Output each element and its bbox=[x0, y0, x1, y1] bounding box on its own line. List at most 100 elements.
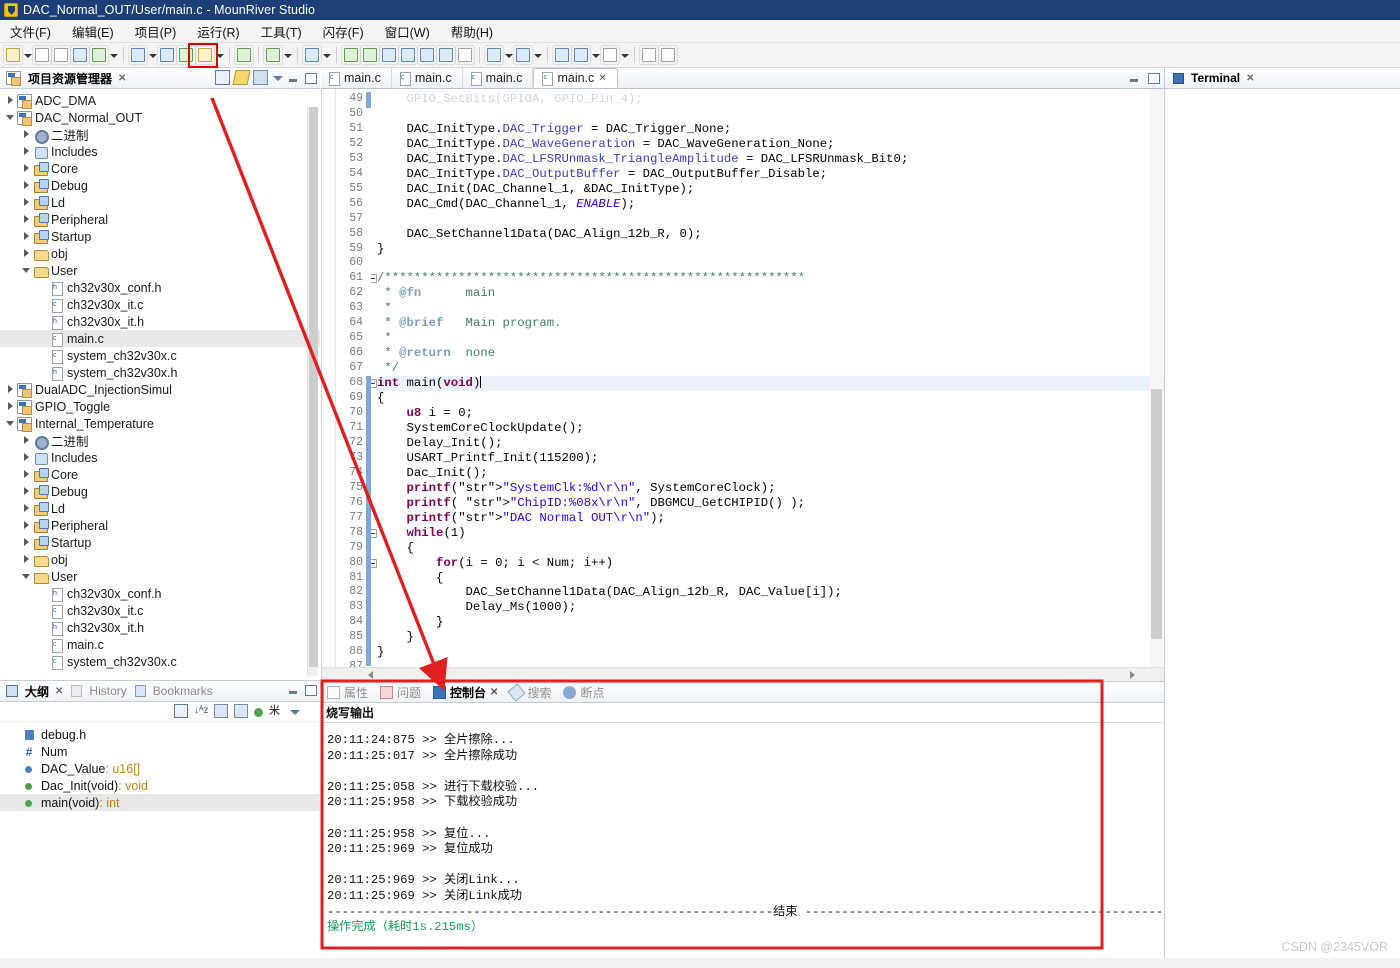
twisty-collapsed-icon[interactable] bbox=[4, 94, 17, 107]
code-line[interactable]: DAC_InitType.DAC_OutputBuffer = DAC_Outp… bbox=[377, 167, 1164, 182]
tree-item[interactable]: User bbox=[0, 568, 320, 585]
tab-problems[interactable]: 问题 bbox=[380, 684, 421, 701]
menu-help[interactable]: 帮助(H) bbox=[449, 21, 495, 42]
tree-item[interactable]: ch32v30x_conf.h bbox=[0, 585, 320, 602]
editor-tab-3[interactable]: main.c bbox=[463, 68, 534, 88]
minimize-icon[interactable] bbox=[287, 71, 300, 84]
scroll-left-icon[interactable] bbox=[368, 671, 376, 679]
tab-terminal[interactable]: Terminal ✕ bbox=[1171, 70, 1261, 86]
suspend-icon[interactable] bbox=[436, 45, 456, 65]
code-line[interactable]: DAC_InitType.DAC_LFSRUnmask_TriangleAmpl… bbox=[377, 152, 1164, 167]
menu-tools[interactable]: 工具(T) bbox=[259, 21, 304, 42]
twisty-collapsed-icon[interactable] bbox=[20, 434, 33, 447]
collapse-all-icon[interactable] bbox=[215, 70, 230, 85]
download-dropdown-icon[interactable] bbox=[215, 46, 224, 64]
twisty-expanded-icon[interactable] bbox=[4, 111, 17, 124]
run-dropdown-icon[interactable] bbox=[322, 46, 331, 64]
build-dropdown-icon[interactable] bbox=[148, 46, 157, 64]
view-menu-filters-icon[interactable] bbox=[253, 70, 268, 85]
tree-item[interactable]: GPIO_Toggle bbox=[0, 398, 320, 415]
close-icon[interactable]: ✕ bbox=[118, 73, 126, 84]
twisty-expanded-icon[interactable] bbox=[4, 417, 17, 430]
terminate-icon[interactable] bbox=[455, 45, 475, 65]
debug-dropdown-icon[interactable] bbox=[283, 46, 292, 64]
twisty-collapsed-icon[interactable] bbox=[20, 128, 33, 141]
link-with-editor-icon[interactable] bbox=[232, 70, 251, 85]
tab-outline[interactable]: 大纲 ✕ bbox=[4, 682, 69, 701]
build-icon[interactable] bbox=[128, 45, 148, 65]
code-line[interactable]: DAC_InitType.DAC_WaveGeneration = DAC_Wa… bbox=[377, 137, 1164, 152]
twisty-collapsed-icon[interactable] bbox=[4, 400, 17, 413]
twisty-collapsed-icon[interactable] bbox=[20, 485, 33, 498]
back-nav-icon[interactable] bbox=[571, 45, 591, 65]
code-line[interactable]: * @return none bbox=[377, 346, 1164, 361]
tree-item[interactable]: ADC_DMA bbox=[0, 92, 320, 109]
save-icon[interactable] bbox=[32, 45, 52, 65]
outline-view-menu-icon[interactable] bbox=[289, 706, 300, 717]
outline-item[interactable]: debug.h bbox=[0, 726, 320, 743]
project-tree[interactable]: ADC_DMA DAC_Normal_OUT 二进制 Includes Core Debu… bbox=[0, 89, 320, 680]
tree-item[interactable]: 二进制 bbox=[0, 126, 320, 144]
tree-item[interactable]: Includes bbox=[0, 449, 320, 466]
console-output[interactable]: 20:11:24:875 >> 全片擦除... 20:11:25:017 >> 全… bbox=[321, 723, 1164, 968]
code-line[interactable] bbox=[377, 107, 1164, 122]
tab-project-explorer[interactable]: 项目资源管理器 ✕ bbox=[4, 69, 132, 88]
tab-console[interactable]: 控制台 ✕ bbox=[433, 684, 498, 701]
editor-tab-4-active[interactable]: main.c ✕ bbox=[533, 68, 618, 88]
menu-window[interactable]: 窗口(W) bbox=[383, 21, 432, 42]
tree-item[interactable]: User bbox=[0, 262, 320, 279]
tree-item[interactable]: Core bbox=[0, 160, 320, 177]
build-all-icon[interactable] bbox=[157, 45, 177, 65]
code-line[interactable]: } bbox=[377, 630, 1164, 645]
code-line[interactable]: DAC_InitType.DAC_Trigger = DAC_Trigger_N… bbox=[377, 122, 1164, 137]
code-line[interactable]: DAC_SetChannel1Data(DAC_Align_12b_R, 0); bbox=[377, 227, 1164, 242]
terminal-icon[interactable] bbox=[379, 45, 399, 65]
open-type-icon[interactable] bbox=[513, 45, 533, 65]
outline-list[interactable]: debug.h # Num DAC_Value : u16[] Dac_Init(voi… bbox=[0, 722, 320, 968]
code-line[interactable]: DAC_Init(DAC_Channel_1, &DAC_InitType); bbox=[377, 182, 1164, 197]
tree-item[interactable]: DualADC_InjectionSimul bbox=[0, 381, 320, 398]
twisty-collapsed-icon[interactable] bbox=[20, 451, 33, 464]
tree-item[interactable]: Core bbox=[0, 466, 320, 483]
code-line[interactable]: } bbox=[377, 645, 1164, 660]
run-icon[interactable] bbox=[302, 45, 322, 65]
twisty-collapsed-icon[interactable] bbox=[20, 196, 33, 209]
download-flash-button[interactable] bbox=[195, 45, 215, 65]
twisty-collapsed-icon[interactable] bbox=[20, 145, 33, 158]
resume-icon[interactable] bbox=[417, 45, 437, 65]
tree-item[interactable]: obj bbox=[0, 245, 320, 262]
erase-icon[interactable] bbox=[360, 45, 380, 65]
twisty-collapsed-icon[interactable] bbox=[20, 519, 33, 532]
tree-item[interactable]: system_ch32v30x.c bbox=[0, 653, 320, 670]
code-line[interactable]: { bbox=[377, 541, 1164, 556]
twisty-expanded-icon[interactable] bbox=[20, 570, 33, 583]
scrollbar-thumb[interactable] bbox=[309, 107, 318, 667]
code-line[interactable]: for(i = 0; i < Num; i++) bbox=[377, 556, 1164, 571]
debug-icon[interactable] bbox=[263, 45, 283, 65]
code-line[interactable]: { bbox=[377, 391, 1164, 406]
maximize-icon[interactable] bbox=[304, 683, 317, 696]
twisty-collapsed-icon[interactable] bbox=[20, 536, 33, 549]
code-line[interactable]: DAC_SetChannel1Data(DAC_Align_12b_R, DAC… bbox=[377, 585, 1164, 600]
tree-item[interactable]: Peripheral bbox=[0, 211, 320, 228]
editor-horizontal-scrollbar[interactable] bbox=[322, 667, 1164, 681]
code-line[interactable]: Dac_Init(); bbox=[377, 466, 1164, 481]
tree-item[interactable]: Includes bbox=[0, 143, 320, 160]
tree-item[interactable]: ch32v30x_conf.h bbox=[0, 279, 320, 296]
tree-item[interactable]: main.c bbox=[0, 330, 320, 347]
scroll-right-icon[interactable] bbox=[1130, 671, 1138, 679]
tree-item[interactable]: ch32v30x_it.c bbox=[0, 296, 320, 313]
close-icon[interactable]: ✕ bbox=[1246, 73, 1254, 84]
tree-item[interactable]: Startup bbox=[0, 228, 320, 245]
build-config-dropdown-icon[interactable] bbox=[109, 46, 118, 64]
tree-item[interactable]: obj bbox=[0, 551, 320, 568]
close-icon[interactable]: ✕ bbox=[55, 686, 63, 697]
twisty-collapsed-icon[interactable] bbox=[20, 179, 33, 192]
code-line[interactable]: * bbox=[377, 301, 1164, 316]
new-file-dropdown-icon[interactable] bbox=[23, 46, 32, 64]
tree-item[interactable]: Ld bbox=[0, 500, 320, 517]
clean-icon[interactable] bbox=[176, 45, 196, 65]
tree-item[interactable]: ch32v30x_it.h bbox=[0, 313, 320, 330]
twisty-collapsed-icon[interactable] bbox=[4, 383, 17, 396]
code-line[interactable]: printf("str">"DAC Normal OUT\r\n"); bbox=[377, 511, 1164, 526]
